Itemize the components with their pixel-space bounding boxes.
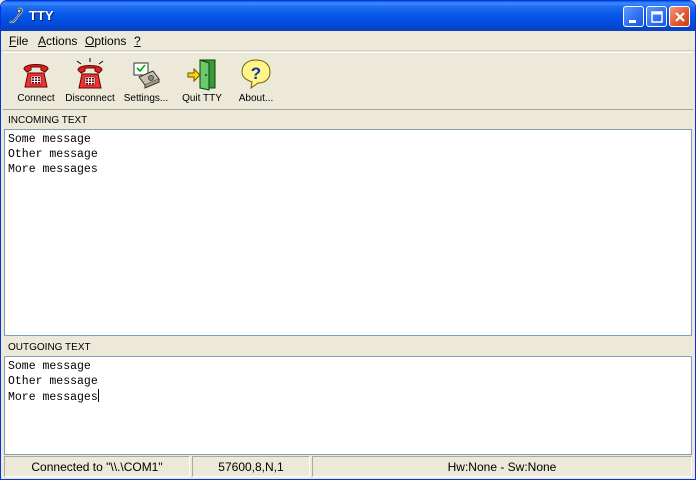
phone-icon (23, 64, 49, 88)
app-icon (9, 7, 23, 24)
title-bar[interactable]: TTY (1, 1, 695, 31)
tty-window: TTY File Actions Options ? Connect Disco… (0, 0, 696, 480)
connect-button[interactable]: Connect (6, 57, 66, 109)
settings-icon (133, 62, 160, 89)
connect-label: Connect (17, 93, 55, 104)
status-port-settings: 57600,8,N,1 (192, 456, 310, 477)
menu-bar: File Actions Options ? (1, 31, 695, 51)
incoming-header: INCOMING TEXT (8, 115, 88, 126)
incoming-line: Other message (8, 148, 98, 161)
menu-actions[interactable]: Actions (38, 34, 77, 48)
exit-door-icon (187, 59, 216, 91)
outgoing-line-last: More messages (8, 389, 99, 404)
toolbar: Connect Disconnect Settings... Quit TTY … (3, 52, 693, 110)
settings-label: Settings... (123, 93, 169, 104)
maximize-icon (651, 11, 663, 23)
outgoing-header: OUTGOING TEXT (8, 342, 91, 353)
window-title: TTY (29, 8, 54, 23)
svg-text:?: ? (251, 64, 261, 83)
quit-button[interactable]: Quit TTY (172, 57, 232, 109)
about-button[interactable]: ? About... (226, 57, 286, 109)
incoming-line: Some message (8, 133, 91, 146)
close-icon (675, 12, 685, 22)
disconnect-button[interactable]: Disconnect (60, 57, 120, 109)
outgoing-text-area[interactable]: Some message Other message More messages (4, 356, 692, 455)
incoming-text-area[interactable]: Some message Other message More messages (4, 129, 692, 336)
outgoing-line: Other message (8, 375, 98, 388)
close-button[interactable] (669, 6, 690, 27)
menu-file[interactable]: File (9, 34, 28, 48)
status-flow-control: Hw:None - Sw:None (312, 456, 692, 477)
menu-help[interactable]: ? (134, 34, 141, 48)
status-connection: Connected to "\\.\COM1" (4, 456, 190, 477)
minimize-button[interactable] (623, 6, 644, 27)
menu-options[interactable]: Options (85, 34, 126, 48)
help-icon: ? (241, 59, 271, 90)
minimize-icon (629, 20, 636, 23)
text-caret (97, 389, 99, 402)
phone-ringing-icon (76, 58, 104, 89)
outgoing-line: Some message (8, 360, 91, 373)
quit-label: Quit TTY (182, 93, 222, 104)
disconnect-label: Disconnect (65, 93, 115, 104)
maximize-button[interactable] (646, 6, 667, 27)
incoming-line: More messages (8, 163, 98, 176)
about-label: About... (238, 93, 274, 104)
status-bar: Connected to "\\.\COM1" 57600,8,N,1 Hw:N… (4, 456, 692, 477)
settings-button[interactable]: Settings... (116, 57, 176, 109)
